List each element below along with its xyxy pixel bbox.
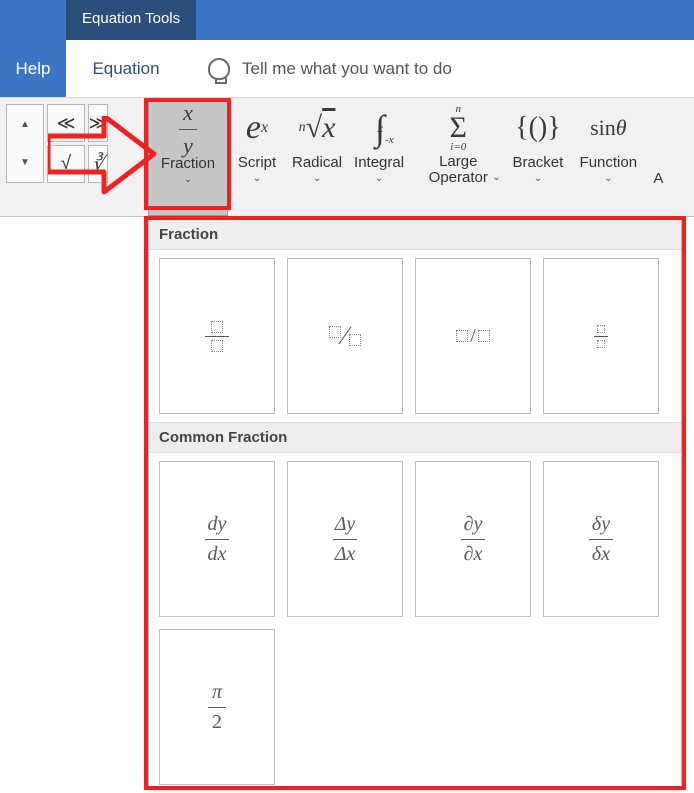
fraction-stacked[interactable]: [159, 258, 275, 414]
fraction-label: Fraction: [161, 155, 215, 172]
chevron-down-icon: ⌄: [313, 173, 321, 184]
symbol-much-less[interactable]: ≪: [47, 104, 85, 142]
symbol-sqrt[interactable]: √: [47, 145, 85, 183]
chevron-down-icon: ⌄: [253, 173, 261, 184]
fraction-linear[interactable]: /: [415, 258, 531, 414]
tab-equation-overlay[interactable]: Equation: [66, 40, 186, 97]
context-tab-equation-tools: Equation Tools: [66, 0, 196, 40]
bracket-button[interactable]: {()} Bracket ⌄: [506, 98, 569, 216]
chevron-down-icon: ⌄: [534, 173, 542, 184]
symbol-cuberoot[interactable]: ∛: [88, 145, 108, 183]
script-icon: ex: [246, 106, 268, 150]
chevron-down-icon: ⌄: [184, 174, 192, 185]
tab-help-overlay[interactable]: Help: [0, 40, 66, 97]
sigma-icon: n Σ i=0: [450, 106, 467, 150]
script-button[interactable]: ex Script ⌄: [228, 98, 286, 216]
integral-icon: ∫-xx: [375, 106, 383, 150]
gallery-header-common: Common Fraction: [149, 422, 681, 453]
large-operator-button[interactable]: n Σ i=0 LargeOperator ⌄: [410, 98, 506, 216]
function-button[interactable]: sin θ Function ⌄: [569, 98, 647, 216]
fraction-small[interactable]: [543, 258, 659, 414]
title-bar: Equation Tools: [0, 0, 694, 40]
function-icon: sin θ: [590, 106, 627, 150]
radical-icon: n√x: [299, 106, 336, 150]
tell-me-search-real[interactable]: Tell me what you want to do: [186, 58, 452, 80]
chevron-down-icon: ⌄: [375, 173, 383, 184]
ribbon-content: ≪ ≫ ▲▼ √ ∛ x y Fraction ⌄ ex Script ⌄ n√…: [0, 97, 694, 217]
lightbulb-icon: [208, 58, 230, 80]
symbol-gallery: ≪ ≫ ▲▼ √ ∛: [0, 98, 120, 216]
fraction-partial-y-x[interactable]: ∂y∂x: [415, 461, 531, 617]
symbol-much-greater[interactable]: ≫: [88, 104, 108, 142]
integral-button[interactable]: ∫-xx Integral ⌄: [348, 98, 410, 216]
radical-button[interactable]: n√x Radical ⌄: [286, 98, 348, 216]
tell-me-placeholder: Tell me what you want to do: [242, 59, 452, 79]
gallery-header-fraction: Fraction: [149, 219, 681, 250]
fraction-icon: x y: [179, 107, 197, 151]
fraction-Delta-y-x[interactable]: ΔyΔx: [287, 461, 403, 617]
fraction-button[interactable]: x y Fraction ⌄: [148, 98, 228, 216]
fraction-dy-dx[interactable]: dydx: [159, 461, 275, 617]
bracket-icon: {()}: [515, 106, 561, 150]
chevron-down-icon: ⌄: [604, 173, 612, 184]
fraction-pi-2[interactable]: π2: [159, 629, 275, 785]
fraction-gallery: Fraction ⁄ / Common Fraction dydx ΔyΔx ∂…: [148, 218, 682, 788]
accent-button-partial[interactable]: A: [647, 98, 663, 216]
fraction-skewed[interactable]: ⁄: [287, 258, 403, 414]
fraction-delta-y-x[interactable]: δyδx: [543, 461, 659, 617]
chevron-down-icon: ⌄: [492, 172, 500, 183]
symbol-gallery-expand[interactable]: ▲▼: [6, 104, 44, 183]
